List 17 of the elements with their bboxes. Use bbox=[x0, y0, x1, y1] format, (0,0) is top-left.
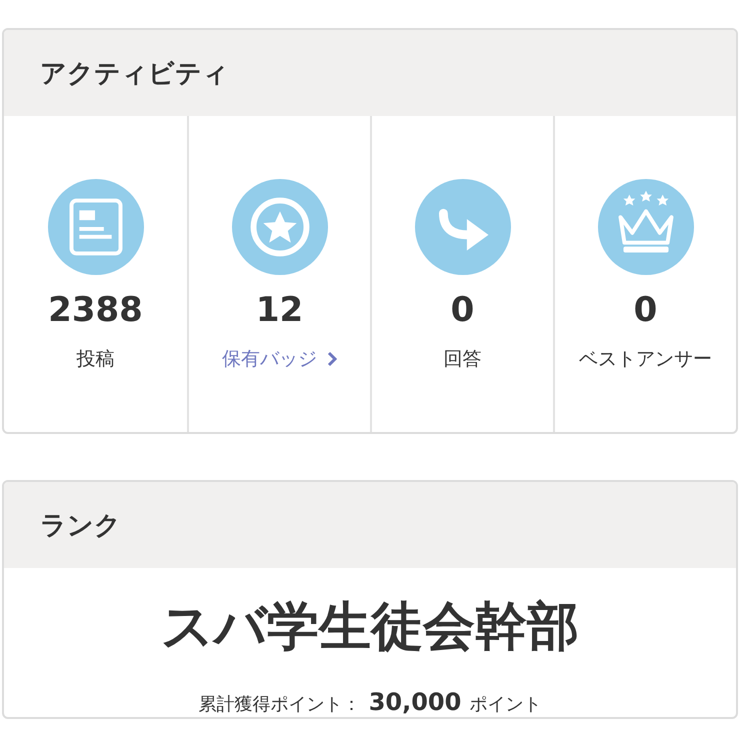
stat-label: 投稿 bbox=[76, 347, 114, 372]
document-icon bbox=[46, 178, 144, 276]
points-label: 累計獲得ポイント： bbox=[198, 694, 361, 716]
stat-value: 0 bbox=[450, 290, 474, 330]
badges-link[interactable]: 保有バッジ bbox=[222, 346, 337, 372]
stat-value: 12 bbox=[256, 290, 304, 330]
stat-value: 0 bbox=[634, 290, 658, 330]
section-title: アクティビティ bbox=[40, 58, 229, 90]
stat-value: 2388 bbox=[48, 290, 143, 330]
section-title: ランク bbox=[40, 510, 121, 542]
stat-label: ベストアンサー bbox=[579, 347, 712, 372]
points-value: 30,000 bbox=[368, 688, 462, 717]
chevron-icon bbox=[327, 351, 337, 367]
rank-name: スバ学生徒会幹部 bbox=[161, 598, 579, 658]
stat-label: 回答 bbox=[444, 347, 482, 372]
points-unit: ポイント bbox=[469, 694, 542, 716]
crown-icon bbox=[596, 178, 694, 276]
